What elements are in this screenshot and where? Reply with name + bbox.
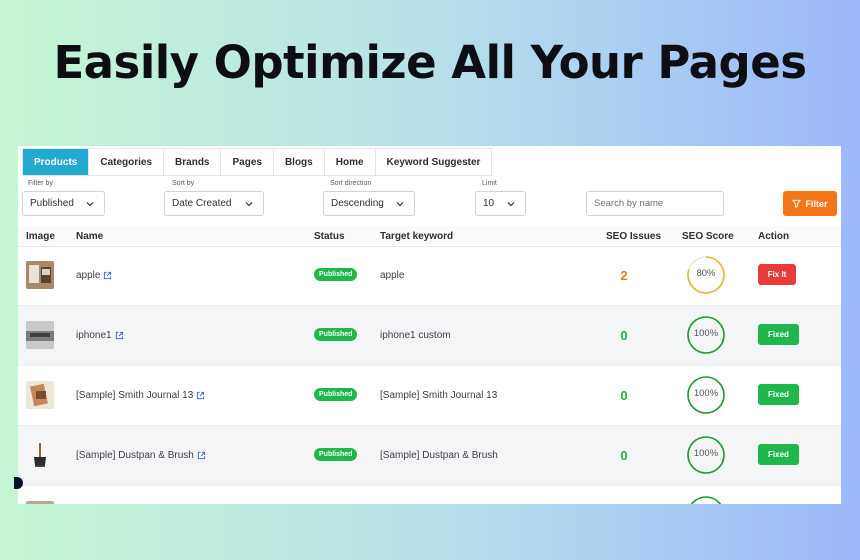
seo-issues-count: 0: [620, 328, 628, 343]
product-thumbnail: [26, 321, 54, 349]
product-name-link[interactable]: apple: [76, 270, 112, 281]
product-name-link[interactable]: [Sample] Dustpan & Brush: [76, 450, 206, 461]
limit-value: 10: [483, 198, 495, 209]
tab-brands[interactable]: Brands: [164, 149, 222, 175]
status-badge: Published: [314, 328, 358, 341]
status-badge: Published: [314, 268, 358, 281]
sort-by-label: Sort by: [172, 180, 195, 187]
product-thumbnail: [26, 501, 54, 504]
header-name: Name: [76, 231, 104, 242]
fixed-button[interactable]: Fixed: [758, 384, 799, 405]
product-name: [Sample] Smith Journal 13: [76, 390, 194, 401]
fixed-button[interactable]: Fixed: [758, 444, 799, 465]
table-header: Image Name Status Target keyword SEO Iss…: [18, 226, 841, 247]
header-seo-score: SEO Score: [682, 231, 734, 242]
chevron-down-icon: [86, 202, 94, 207]
sort-direction-label: Sort direction: [330, 180, 372, 187]
tab-blogs[interactable]: Blogs: [273, 149, 325, 175]
product-name-link[interactable]: iphone1: [76, 330, 124, 341]
seo-score-value: 100%: [693, 328, 719, 339]
seo-score-value: 100%: [693, 448, 719, 459]
tab-home[interactable]: Home: [324, 149, 376, 175]
target-keyword: iphone1 custom: [380, 330, 451, 341]
header-action: Action: [758, 231, 790, 242]
external-link-icon[interactable]: [197, 451, 206, 460]
target-keyword: [Sample] Smith Journal 13: [380, 390, 498, 401]
table-row-partial: [18, 486, 841, 504]
product-thumbnail: [26, 441, 54, 469]
seo-score-ring: [690, 496, 722, 504]
product-thumbnail: [26, 381, 54, 409]
seo-score-value: 100%: [693, 388, 719, 399]
funnel-icon: [792, 199, 802, 208]
limit-select[interactable]: 10: [475, 191, 526, 216]
filter-by-label: Filter by: [28, 180, 53, 187]
product-name: apple: [76, 270, 101, 281]
product-name-link[interactable]: [Sample] Smith Journal 13: [76, 390, 205, 401]
target-keyword: [Sample] Dustpan & Brush: [380, 450, 498, 461]
chevron-down-icon: [396, 202, 404, 207]
tab-categories[interactable]: Categories: [89, 149, 165, 175]
tab-pages[interactable]: Pages: [221, 149, 274, 175]
sort-by-select[interactable]: Date Created: [164, 191, 264, 216]
tab-keyword-suggester[interactable]: Keyword Suggester: [375, 149, 492, 175]
target-keyword: apple: [380, 270, 405, 281]
header-status: Status: [314, 231, 345, 242]
seo-issues-count: 2: [620, 268, 628, 283]
header-target-keyword: Target keyword: [380, 231, 454, 242]
seo-score-value: 80%: [696, 268, 716, 279]
table-row: iphone1 Published iphone1 custom 0 100% …: [18, 306, 841, 366]
external-link-icon[interactable]: [196, 391, 205, 400]
table-row: [Sample] Smith Journal 13 Published [Sam…: [18, 366, 841, 426]
sort-by-value: Date Created: [172, 198, 232, 209]
sort-direction-value: Descending: [331, 198, 384, 209]
chevron-down-icon: [507, 202, 515, 207]
filter-by-select[interactable]: Published: [22, 191, 105, 216]
chevron-down-icon: [245, 202, 253, 207]
filter-by-value: Published: [30, 198, 74, 209]
fixed-button[interactable]: Fixed: [758, 324, 799, 345]
sort-direction-select[interactable]: Descending: [323, 191, 415, 216]
header-seo-issues: SEO Issues: [606, 231, 662, 242]
external-link-icon[interactable]: [103, 271, 112, 280]
search-input[interactable]: [586, 191, 724, 216]
seo-issues-count: 0: [620, 448, 628, 463]
fix-it-button[interactable]: Fix It: [758, 264, 796, 285]
external-link-icon[interactable]: [115, 331, 124, 340]
status-badge: Published: [314, 448, 358, 461]
limit-label: Limit: [482, 180, 497, 187]
headline: Easily Optimize All Your Pages: [53, 36, 807, 89]
header-image: Image: [26, 231, 55, 242]
status-badge: Published: [314, 388, 358, 401]
filter-button-label: Filter: [805, 198, 828, 209]
product-name: iphone1: [76, 330, 112, 341]
product-thumbnail: [26, 261, 54, 289]
seo-table-panel: Products Categories Brands Pages Blogs H…: [18, 146, 841, 504]
table-row: [Sample] Dustpan & Brush Published [Samp…: [18, 426, 841, 486]
tab-bar: Products Categories Brands Pages Blogs H…: [22, 148, 493, 176]
seo-issues-count: 0: [620, 388, 628, 403]
table-row: apple Published apple 2 80% Fix It: [18, 246, 841, 306]
filter-button[interactable]: Filter: [783, 191, 837, 216]
tab-products[interactable]: Products: [23, 149, 90, 175]
product-name: [Sample] Dustpan & Brush: [76, 450, 194, 461]
